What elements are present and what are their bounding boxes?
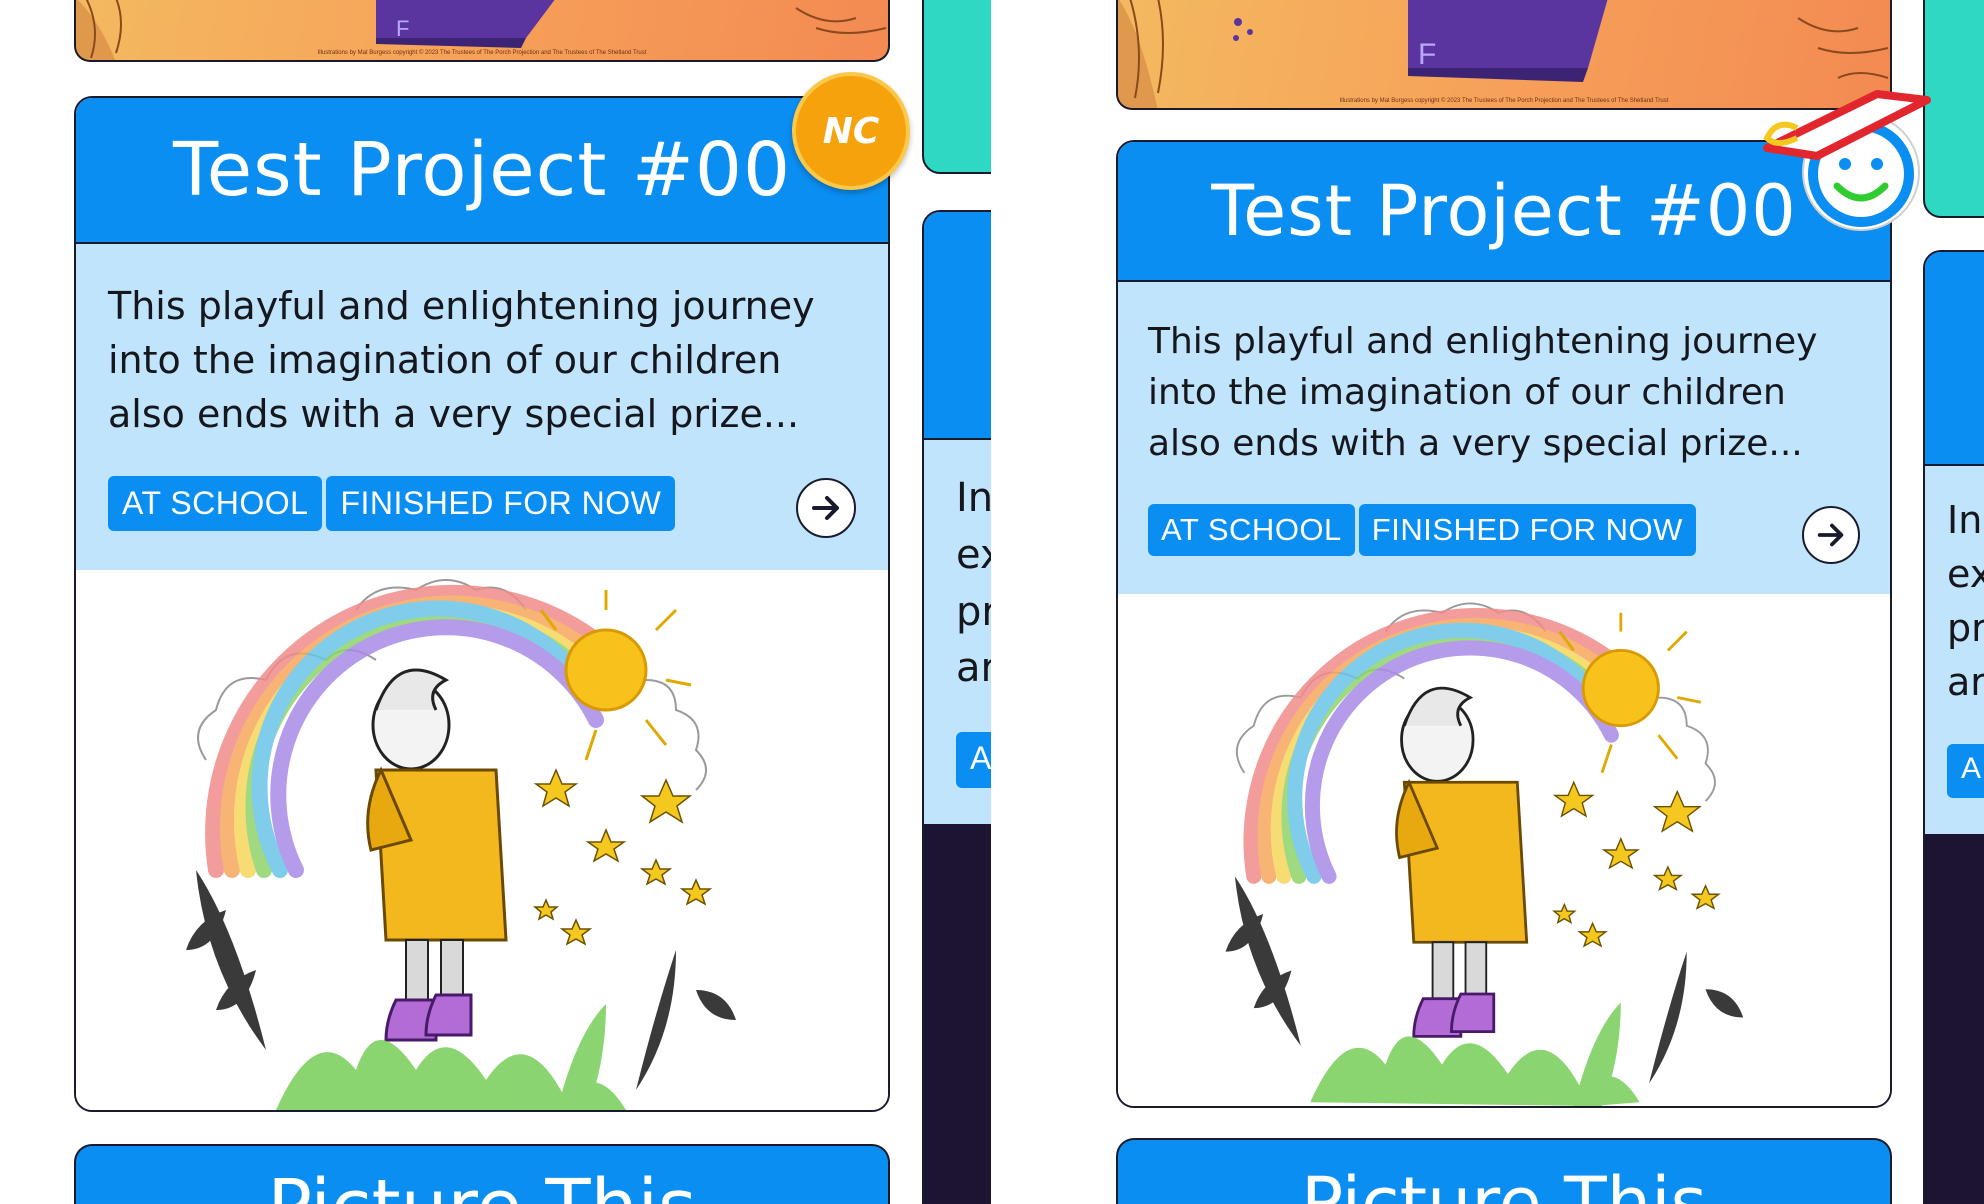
next-card-title[interactable]: Picture This xyxy=(1301,1162,1707,1204)
graduate-smiley-badge[interactable] xyxy=(1757,88,1937,238)
nc-badge-label: NC xyxy=(822,110,880,152)
arrow-right-icon xyxy=(812,496,839,520)
neighbor-text-line: ex xyxy=(956,531,991,578)
card-open-button[interactable] xyxy=(1802,506,1860,564)
rainbow-child-illustration xyxy=(1225,602,1744,1106)
tag-at-school[interactable]: AT SCHOOL xyxy=(108,476,323,531)
neighbor-text-line: ex xyxy=(1947,551,1984,596)
neighbor-teal-card[interactable] xyxy=(922,0,991,174)
arrow-right-icon xyxy=(1817,523,1844,547)
neighbor-tag[interactable]: A xyxy=(956,732,991,788)
next-card-title[interactable]: Picture This xyxy=(267,1164,696,1204)
neighbor-project-card[interactable]: In ex pr ar A xyxy=(922,210,991,1204)
next-project-card[interactable]: Picture This xyxy=(74,1144,890,1204)
card-header: Test Project #00 xyxy=(76,98,888,244)
card-body: This playful and enlightening journey in… xyxy=(76,244,888,570)
neighbor-text-line: pr xyxy=(956,588,991,635)
graduate-smiley-icon xyxy=(1763,90,1931,231)
tag-finished-for-now[interactable]: FINISHED FOR NOW xyxy=(1358,504,1696,556)
neighbor-text-line: In xyxy=(956,475,991,521)
nc-badge[interactable]: NC xyxy=(792,72,910,190)
project-card[interactable]: Test Project #00 This playful and enligh… xyxy=(1116,140,1892,1108)
neighbor-text-line: In xyxy=(1947,498,1983,542)
left-screenshot-panel: F Illustrations by Mat Burgess copyright… xyxy=(0,0,991,1204)
card-description: This playful and enlightening journey in… xyxy=(1148,321,1818,465)
card-open-button[interactable] xyxy=(796,478,856,538)
next-project-card[interactable]: Picture This xyxy=(1116,1138,1892,1204)
card-title[interactable]: Test Project #00 xyxy=(173,127,791,213)
neighbor-dark-image xyxy=(1925,834,1984,1204)
tag-at-school[interactable]: AT SCHOOL xyxy=(1148,504,1355,556)
card-illustration xyxy=(76,570,888,1110)
neighbor-tag[interactable]: A xyxy=(1947,744,1984,798)
book-credit-text: Illustrations by Mat Burgess copyright ©… xyxy=(317,50,647,56)
neighbor-text-line: ar xyxy=(1947,659,1984,704)
rainbow-child-illustration xyxy=(186,579,736,1110)
card-body: This playful and enlightening journey in… xyxy=(1118,282,1890,594)
right-screenshot-panel: F Illustrations by Mat Burgess copyright… xyxy=(991,0,1984,1204)
svg-text:F: F xyxy=(396,16,409,41)
neighbor-text-line: ar xyxy=(956,645,991,692)
card-description: This playful and enlightening journey in… xyxy=(108,284,815,436)
svg-text:F: F xyxy=(1418,38,1436,71)
card-title[interactable]: Test Project #00 xyxy=(1211,170,1797,252)
neighbor-dark-image xyxy=(924,824,991,1204)
project-card[interactable]: Test Project #00 This playful and enligh… xyxy=(74,96,890,1112)
tag-finished-for-now[interactable]: FINISHED FOR NOW xyxy=(326,476,676,531)
neighbor-project-card[interactable]: In ex pr ar A xyxy=(1923,250,1984,1204)
card-illustration xyxy=(1118,594,1890,1106)
neighbor-text-line: pr xyxy=(1947,605,1984,650)
book-banner-image: F Illustrations by Mat Burgess copyright… xyxy=(74,0,890,62)
